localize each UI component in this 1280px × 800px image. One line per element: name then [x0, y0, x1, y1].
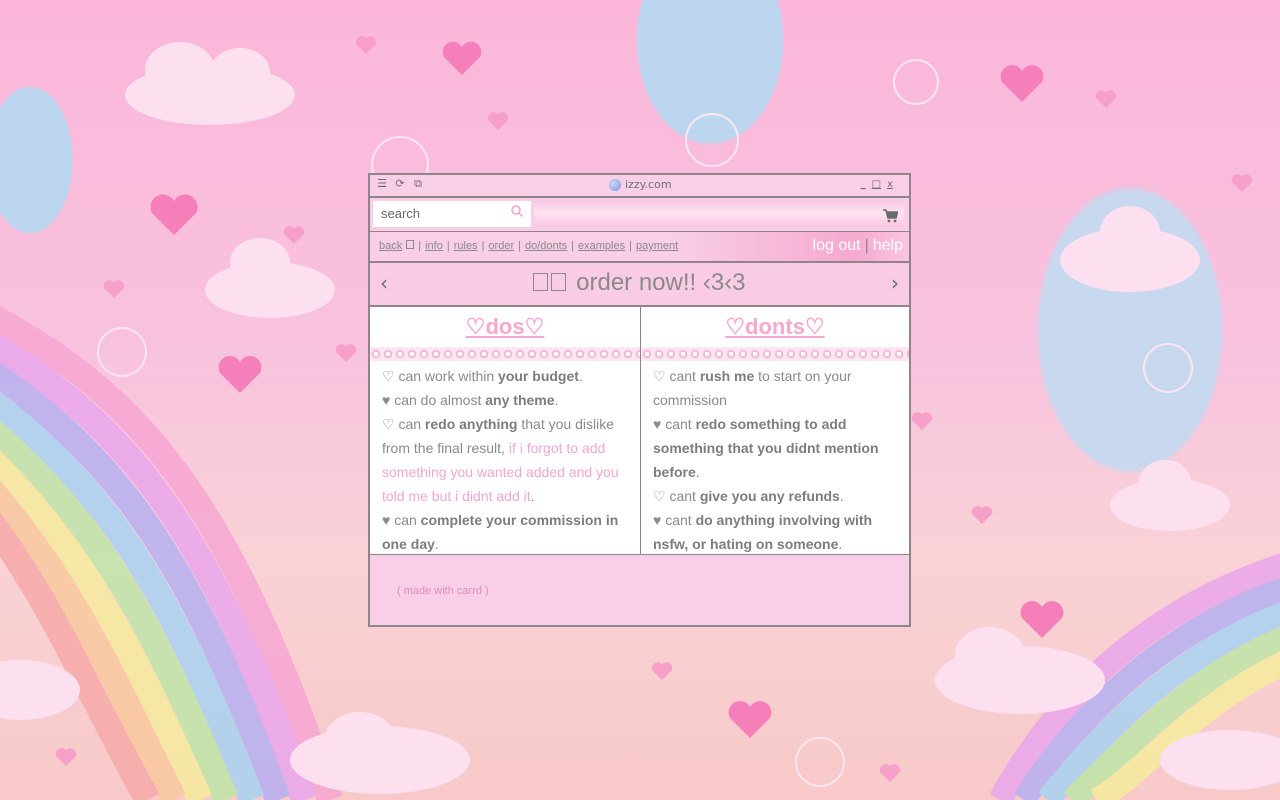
minimize-button[interactable]: _	[861, 179, 866, 190]
page-title: order now!! ‹3‹3	[370, 269, 909, 297]
list-item: ♥ cant do anything involving with nsfw, …	[653, 512, 873, 552]
page-header: ‹ order now!! ‹3‹3 ›	[370, 263, 909, 307]
donts-list: ♡ cant rush me to start on your commissi…	[653, 364, 901, 556]
title-bar: ☰ ⟳ ⧉ izzy.com _ □ x	[370, 175, 909, 198]
nav-links: back | info | rules | order | do/donts | examples |…	[379, 240, 679, 252]
list-item: ♡ can redo anything that you dislike fro…	[382, 416, 619, 504]
chevron-right-icon[interactable]: ›	[887, 273, 903, 293]
external-link-icon[interactable]: ⧉	[412, 178, 424, 190]
content-columns: ♡dos♡ ♡ can work within your budget. ♥ c…	[370, 307, 909, 555]
page-title-text: order now!! ‹3‹3	[576, 269, 746, 296]
nav-link-rules[interactable]: rules	[454, 240, 478, 252]
footer-credit[interactable]: ( made with carrd )	[397, 585, 489, 597]
search-icon[interactable]	[511, 205, 523, 217]
menu-icon[interactable]: ☰	[376, 178, 388, 190]
box-glyph	[533, 273, 549, 291]
dos-title: ♡dos♡	[465, 314, 545, 339]
maximize-button[interactable]: □	[872, 179, 881, 190]
list-item: ♡ can work within your budget.	[382, 368, 583, 384]
logout-link[interactable]: log out	[813, 237, 861, 254]
auth-links: log out | help	[813, 237, 903, 255]
nav-link-payment[interactable]: payment	[636, 240, 678, 252]
list-item: ♡ cant rush me to start on your commissi…	[653, 368, 852, 408]
dos-column: ♡dos♡ ♡ can work within your budget. ♥ c…	[370, 307, 641, 554]
donts-title: ♡donts♡	[725, 314, 825, 339]
nav-link-info[interactable]: info	[425, 240, 443, 252]
refresh-icon[interactable]: ⟳	[394, 178, 406, 190]
cart-icon[interactable]	[883, 209, 898, 223]
help-link[interactable]: help	[873, 237, 903, 254]
close-button[interactable]: x	[887, 179, 893, 190]
search-bar	[370, 198, 909, 233]
address-field[interactable]	[534, 201, 904, 227]
list-item: ♥ can do almost any theme.	[382, 392, 559, 408]
window-controls: _ □ x	[861, 179, 893, 190]
globe-icon	[609, 178, 621, 191]
nav-link-dodonts[interactable]: do/donts	[525, 240, 567, 252]
browser-window: ☰ ⟳ ⧉ izzy.com _ □ x search back | info …	[368, 173, 911, 627]
lace-divider	[370, 347, 640, 361]
window-title: izzy.com	[609, 178, 672, 191]
nav-bar: back | info | rules | order | do/donts | examples |…	[370, 232, 909, 263]
list-item: ♥ cant redo something to add something t…	[653, 416, 879, 480]
auth-separator: |	[864, 237, 869, 254]
nav-link-back[interactable]: back	[379, 240, 402, 252]
window-title-text: izzy.com	[625, 178, 672, 191]
search-input[interactable]	[381, 206, 501, 221]
nav-back-box	[406, 240, 415, 249]
nav-link-order[interactable]: order	[488, 240, 514, 252]
lace-divider	[641, 347, 909, 361]
donts-column: ♡donts♡ ♡ cant rush me to start on your …	[641, 307, 909, 554]
search-box	[373, 201, 531, 227]
list-item: ♡ cant give you any refunds.	[653, 488, 844, 504]
box-glyph	[551, 273, 567, 291]
list-item: ♥ can complete your commission in one da…	[382, 512, 619, 552]
nav-link-examples[interactable]: examples	[578, 240, 625, 252]
dos-list: ♡ can work within your budget. ♥ can do …	[382, 364, 632, 556]
